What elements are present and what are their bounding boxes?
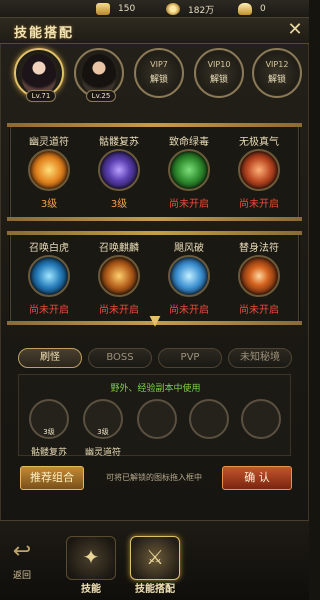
drag-tip: 可将已解锁的图标拖入框中	[106, 473, 202, 482]
skill-name: 替身法符	[239, 243, 279, 254]
resource-bar: 150 182万 0	[0, 0, 309, 18]
skill-level: 3级	[110, 199, 128, 210]
equip-slot-4[interactable]	[189, 399, 229, 439]
vip-slot-1[interactable]: VIP7 解锁	[134, 48, 184, 98]
back-button[interactable]: ↩ 返回	[4, 540, 40, 584]
talisman-icon	[28, 149, 70, 191]
equip-slot-3[interactable]	[137, 399, 177, 439]
page-title: 技能搭配	[14, 26, 75, 41]
unlock-label: 解锁	[209, 75, 228, 85]
hero-slot-2[interactable]: Lv.25	[74, 48, 124, 102]
skull-icon	[98, 149, 140, 191]
skill-locked-status: 尚未开启	[169, 199, 209, 210]
coin-value: 182万	[188, 5, 215, 16]
poison-icon	[168, 149, 210, 191]
skill-panel-2: 召唤白虎 尚未开启 召唤麒麟 尚未开启 飓风破 尚未开启 替身法符 尚未开启	[7, 231, 302, 325]
vip-label: VIP7	[150, 60, 168, 69]
confirm-button[interactable]: 确 认	[222, 466, 292, 490]
skill-panel-1: 幽灵道符 3级 骷髅复苏 3级 致命绿毒 尚未开启 无极真气 尚未开启	[7, 123, 302, 221]
sword-icon: ⚔	[146, 545, 164, 569]
meditation-icon	[238, 149, 280, 191]
hurricane-icon	[168, 255, 210, 297]
skill-locked-status: 尚未开启	[29, 305, 69, 316]
back-label: 返回	[12, 571, 31, 581]
skill-name: 无极真气	[239, 137, 279, 148]
unlock-label: 解锁	[267, 75, 286, 85]
vip-slot-2[interactable]: VIP10 解锁	[194, 48, 244, 98]
nav-label: 技能搭配	[135, 584, 175, 595]
vip-label: VIP12	[265, 60, 289, 69]
equip-slot-5[interactable]	[241, 399, 281, 439]
yuanbao-value: 0	[260, 4, 266, 14]
tiger-icon	[28, 255, 70, 297]
tab-secret-realm[interactable]: 未知秘境	[228, 348, 292, 368]
nav-skills[interactable]: ✦ 技能	[62, 536, 120, 596]
skill-book-icon: ✦	[82, 545, 100, 569]
fire-ring-icon	[238, 255, 280, 297]
vip-label: VIP10	[207, 60, 231, 69]
gold-value: 150	[118, 4, 136, 14]
hero-slot-1[interactable]: Lv.71	[14, 48, 64, 102]
skill-name: 幽灵道符	[29, 137, 69, 148]
vip-slot-3[interactable]: VIP12 解锁	[252, 48, 302, 98]
equip-level: 3级	[43, 428, 55, 436]
close-button[interactable]: ✕	[285, 20, 305, 40]
tab-monsters[interactable]: 刷怪	[18, 348, 82, 368]
equip-name: 幽灵道符	[84, 448, 121, 458]
usage-hint: 野外、经验副本中使用	[110, 384, 201, 394]
coin-resource: 182万	[166, 2, 214, 16]
hero-portrait-icon	[22, 54, 56, 94]
yuanbao-resource: 0	[238, 2, 266, 16]
coin-icon	[166, 3, 180, 15]
skill-name: 飓风破	[174, 243, 204, 254]
hero-level: Lv.71	[26, 90, 56, 102]
close-icon: ✕	[287, 19, 303, 40]
nav-skill-combo[interactable]: ⚔ 技能搭配	[126, 536, 184, 596]
back-arrow-icon: ↩	[12, 539, 32, 564]
yuanbao-icon	[238, 3, 252, 15]
expand-arrow-button[interactable]: ▼	[146, 314, 164, 328]
tab-boss[interactable]: BOSS	[88, 348, 152, 368]
chevron-down-icon: ▼	[149, 313, 161, 329]
gold-ingot-icon	[96, 3, 110, 15]
hero-selector: Lv.71 Lv.25 VIP7 解锁 VIP10 解锁 VIP12 解锁	[0, 44, 309, 110]
skill-locked-status: 尚未开启	[239, 199, 279, 210]
scene-tabs: 刷怪 BOSS PVP 未知秘境	[18, 348, 292, 370]
equip-panel: 野外、经验副本中使用 3级 骷髅复苏 3级 幽灵道符	[18, 374, 291, 458]
unlock-label: 解锁	[149, 75, 168, 85]
equip-name: 骷髅复苏	[30, 448, 67, 458]
skill-name: 召唤白虎	[29, 243, 69, 254]
equip-slot-1[interactable]: 3级 骷髅复苏	[29, 399, 69, 458]
equip-level: 3级	[97, 428, 109, 436]
hero-portrait-icon	[82, 54, 116, 94]
skill-locked-status: 尚未开启	[239, 305, 279, 316]
recommend-combo-button[interactable]: 推荐组合	[20, 466, 84, 490]
hero-level: Lv.25	[86, 90, 116, 102]
title-bar: 技能搭配 ✕	[0, 18, 309, 44]
skill-locked-status: 尚未开启	[169, 305, 209, 316]
equip-slot-2[interactable]: 3级 幽灵道符	[83, 399, 123, 458]
skill-name: 召唤麒麟	[99, 243, 139, 254]
tab-pvp[interactable]: PVP	[158, 348, 222, 368]
skill-name: 致命绿毒	[169, 137, 209, 148]
skill-level: 3级	[40, 199, 58, 210]
qilin-icon	[98, 255, 140, 297]
nav-label: 技能	[81, 584, 101, 595]
skill-locked-status: 尚未开启	[99, 305, 139, 316]
skill-name: 骷髅复苏	[99, 137, 139, 148]
gold-resource: 150	[96, 2, 135, 16]
